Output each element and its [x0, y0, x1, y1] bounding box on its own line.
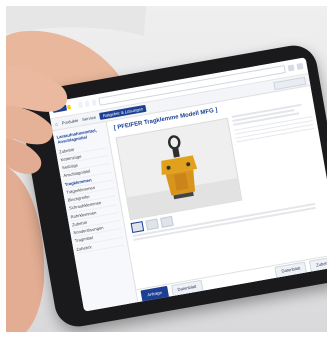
photo-scene: ⌂ Produkte Service Ratgeber & Lösungen L…	[6, 6, 327, 332]
hand-fingers	[6, 6, 146, 174]
